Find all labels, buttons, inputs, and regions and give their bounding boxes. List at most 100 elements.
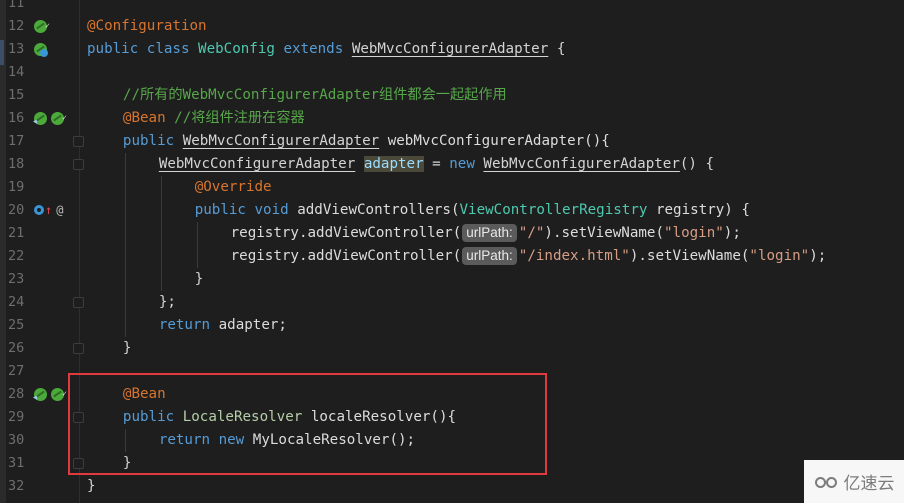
- override-method-icon[interactable]: [34, 205, 44, 215]
- code-token: extends: [283, 41, 352, 57]
- code-line[interactable]: 17 public WebMvcConfigurerAdapter webMvcC…: [0, 130, 904, 153]
- gutter-icons: [34, 382, 67, 405]
- code-text: }: [87, 475, 96, 498]
- line-number: 28: [8, 386, 25, 402]
- fold-toggle[interactable]: [73, 159, 84, 170]
- code-token: WebMvcConfigurerAdapter: [351, 41, 549, 57]
- code-token: {: [548, 41, 566, 57]
- code-token: );: [809, 248, 827, 264]
- code-line[interactable]: 21 registry.addViewController(urlPath: "/"…: [0, 222, 904, 245]
- code-token: return: [158, 317, 219, 333]
- code-line[interactable]: 18 WebMvcConfigurerAdapter adapter = new …: [0, 153, 904, 176]
- line-number: 26: [8, 340, 25, 356]
- code-text: registry.addViewController(urlPath: "/").…: [231, 222, 741, 245]
- gutter-icons: [34, 14, 50, 37]
- parameter-hint: urlPath:: [462, 224, 517, 242]
- code-text: };: [159, 291, 176, 314]
- code-text: public WebMvcConfigurerAdapter webMvcCon…: [123, 130, 610, 153]
- cloud-logo-icon: [814, 474, 840, 490]
- code-token: public class: [87, 41, 199, 57]
- indent-guide: [196, 245, 198, 268]
- code-token: webMvcConfigurerAdapter(){: [379, 133, 610, 149]
- line-number: 24: [8, 294, 25, 310]
- code-token: "login": [749, 248, 810, 264]
- indent-guide: [160, 268, 162, 291]
- code-token: registry.addViewController(: [230, 225, 462, 241]
- code-line[interactable]: 13 public class WebConfig extends WebMvcC…: [0, 38, 904, 61]
- indent-guide: [124, 268, 126, 291]
- code-token: ).setViewName(: [544, 225, 664, 241]
- code-line[interactable]: 22 registry.addViewController(urlPath: "/i…: [0, 245, 904, 268]
- indent-guide: [160, 176, 162, 199]
- code-token: "/": [518, 225, 545, 241]
- gutter-icons: [34, 43, 48, 57]
- code-token: @Override: [194, 179, 272, 195]
- code-token: () {: [679, 156, 715, 172]
- spring-bean-navigate-icon[interactable]: [34, 112, 47, 125]
- line-number: 18: [8, 156, 25, 172]
- indent-guide: [124, 153, 126, 176]
- code-token: "/index.html": [518, 248, 630, 264]
- spring-bean-check-icon[interactable]: [51, 382, 67, 405]
- line-number: 11: [8, 0, 25, 11]
- code-token: }: [122, 340, 132, 356]
- spring-bean-check-icon[interactable]: [34, 14, 50, 37]
- code-token: WebMvcConfigurerAdapter: [483, 156, 680, 172]
- parameter-hint: urlPath:: [462, 247, 517, 265]
- indent-guide: [160, 245, 162, 268]
- highlight-box: [68, 373, 547, 475]
- comment: //所有的WebMvcConfigurerAdapter组件都会一起起作用: [122, 87, 507, 103]
- fold-toggle[interactable]: [73, 136, 84, 147]
- code-token: );: [723, 225, 741, 241]
- code-token: @Bean: [122, 110, 175, 126]
- line-number: 23: [8, 271, 25, 287]
- code-token: ).setViewName(: [629, 248, 750, 264]
- code-line[interactable]: 24};: [0, 291, 904, 314]
- spring-config-navigate-icon[interactable]: [34, 43, 48, 57]
- annotation-icon[interactable]: @: [56, 204, 63, 218]
- spring-bean-check-icon[interactable]: [51, 106, 67, 129]
- code-token: WebMvcConfigurerAdapter: [182, 133, 380, 149]
- indent-guide: [124, 176, 126, 199]
- indent-guide: [196, 222, 198, 245]
- code-token: };: [158, 294, 176, 310]
- code-text: return adapter;: [159, 314, 287, 337]
- line-number: 32: [8, 478, 25, 494]
- code-token: "login": [664, 225, 724, 241]
- line-number: 29: [8, 409, 25, 425]
- line-number: 16: [8, 110, 25, 126]
- code-text: @Bean //将组件注册在容器: [123, 107, 305, 130]
- code-line[interactable]: 26}: [0, 337, 904, 360]
- line-number: 13: [8, 41, 25, 57]
- comment: //将组件注册在容器: [174, 110, 305, 126]
- code-line[interactable]: 32}: [0, 475, 904, 498]
- code-line[interactable]: 23}: [0, 268, 904, 291]
- code-editor[interactable]: 11 12 @Configuration 13 public class WebConf…: [0, 0, 904, 503]
- code-line[interactable]: 11: [0, 0, 904, 15]
- spring-bean-navigate-icon[interactable]: [34, 388, 47, 401]
- indent-guide: [124, 245, 126, 268]
- line-number: 12: [8, 18, 25, 34]
- line-number: 30: [8, 432, 25, 448]
- code-line[interactable]: 25 return adapter;: [0, 314, 904, 337]
- code-text: registry.addViewController(urlPath: "/ind…: [230, 245, 827, 268]
- code-line[interactable]: 19 @Override: [0, 176, 904, 199]
- code-line[interactable]: 15 //所有的WebMvcConfigurerAdapter组件都会一起起作用: [0, 84, 904, 107]
- code-line[interactable]: 14: [0, 61, 904, 84]
- code-line[interactable]: 16 @Bean //将组件注册在容器: [0, 106, 904, 130]
- code-token: }: [194, 271, 204, 287]
- code-line[interactable]: 12 @Configuration: [0, 14, 904, 38]
- code-text: public class WebConfig extends WebMvcCon…: [87, 38, 565, 61]
- code-token: ViewControllerRegistry: [459, 202, 648, 218]
- code-text: }: [123, 337, 132, 360]
- code-token: =: [423, 156, 450, 172]
- line-number: 31: [8, 455, 25, 471]
- line-number: 17: [8, 133, 25, 149]
- fold-toggle[interactable]: [73, 343, 84, 354]
- code-token: adapter;: [218, 317, 287, 333]
- code-line[interactable]: 20 ↑ @ public void addViewControllers(ViewC…: [0, 199, 904, 222]
- fold-toggle[interactable]: [73, 297, 84, 308]
- code-token: adapter: [363, 156, 424, 172]
- code-token: registry.addViewController(: [230, 248, 462, 264]
